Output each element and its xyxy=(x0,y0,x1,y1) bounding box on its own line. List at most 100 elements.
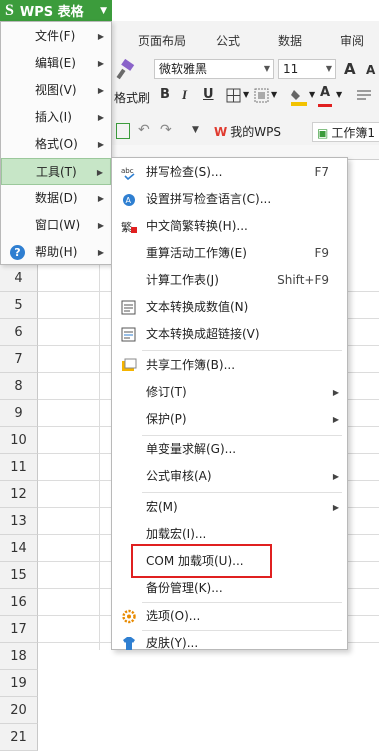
border-icon[interactable] xyxy=(226,88,242,104)
chevron-down-icon: ▼ xyxy=(243,90,250,99)
menu-item-text-to-hyperlink[interactable]: 文本转换成超链接(V) xyxy=(112,321,347,348)
tab-review[interactable]: 审阅 xyxy=(340,32,364,49)
wps-logo: S xyxy=(5,1,14,19)
format-painter-label: 格式刷 xyxy=(114,91,151,105)
menu-item-view[interactable]: 视图(V) ▶ xyxy=(1,77,111,104)
menu-item-chinese-convert[interactable]: 繁 中文简繁转换(H)... xyxy=(112,213,347,240)
row-number[interactable]: 15 xyxy=(0,562,38,589)
preview-icon[interactable] xyxy=(116,123,130,139)
shortcut-label: F7 xyxy=(314,165,329,179)
menu-item-tools[interactable]: 工具(T) ▶ xyxy=(1,158,111,185)
menu-item-share-workbook[interactable]: 共享工作簿(B)... xyxy=(112,352,347,379)
row-number[interactable]: 10 xyxy=(0,427,38,454)
menu-item-label: 保护(P) xyxy=(146,412,187,426)
font-color-button[interactable]: A xyxy=(320,85,330,100)
merge-cells-icon[interactable] xyxy=(254,88,270,104)
row-number[interactable]: 12 xyxy=(0,481,38,508)
row-number[interactable]: 5 xyxy=(0,292,38,319)
chevron-down-icon: ▼ xyxy=(309,90,316,99)
menu-item-file[interactable]: 文件(F) ▶ xyxy=(1,23,111,50)
italic-button[interactable]: I xyxy=(182,87,187,103)
menu-item-spellcheck[interactable]: abc 拼写检查(S)... F7 xyxy=(112,159,347,186)
format-painter-icon[interactable] xyxy=(116,59,136,81)
bold-button[interactable]: B xyxy=(160,87,170,102)
highlight-box xyxy=(131,544,272,578)
menu-item-label: 选项(O)... xyxy=(146,609,201,623)
menu-item-text-to-number[interactable]: 文本转换成数值(N) xyxy=(112,294,347,321)
title-bar xyxy=(112,0,379,21)
clear-format-icon[interactable] xyxy=(356,89,372,103)
font-name-value: 微软雅黑 xyxy=(159,62,208,76)
menu-item-edit[interactable]: 编辑(E) ▶ xyxy=(1,50,111,77)
convert-icon: 繁 xyxy=(121,220,137,234)
menu-item-label: 共享工作簿(B)... xyxy=(146,358,236,372)
tab-workbook[interactable]: ▣ 工作簿1 xyxy=(312,122,379,142)
grow-font-button[interactable]: A xyxy=(344,60,356,78)
chevron-right-icon: ▶ xyxy=(97,86,104,95)
menu-item-label: 编辑(E) xyxy=(35,56,76,70)
menu-item-recalc-workbook[interactable]: 重算活动工作簿(E) F9 xyxy=(112,240,347,267)
menu-item-label: 设置拼写检查语言(C)... xyxy=(146,192,272,206)
menu-item-macro[interactable]: 宏(M) ▶ xyxy=(112,494,347,521)
menu-item-backup[interactable]: 备份管理(K)... xyxy=(112,575,347,602)
menu-separator xyxy=(142,492,342,493)
menu-item-insert[interactable]: 插入(I) ▶ xyxy=(1,104,111,131)
menu-item-format[interactable]: 格式(O) ▶ xyxy=(1,131,111,158)
chevron-right-icon: ▶ xyxy=(97,113,104,122)
row-number[interactable]: 18 xyxy=(0,643,38,670)
menu-item-label: 插入(I) xyxy=(35,110,72,124)
menu-item-spell-language[interactable]: A 设置拼写检查语言(C)... xyxy=(112,186,347,213)
row-number[interactable]: 13 xyxy=(0,508,38,535)
tab-data[interactable]: 数据 xyxy=(278,32,302,49)
row-number[interactable]: 16 xyxy=(0,589,38,616)
tab-page-layout[interactable]: 页面布局 xyxy=(138,32,186,49)
shortcut-label: F9 xyxy=(314,246,329,260)
row-number[interactable]: 6 xyxy=(0,319,38,346)
menu-item-goal-seek[interactable]: 单变量求解(G)... xyxy=(112,436,347,463)
row-number[interactable]: 8 xyxy=(0,373,38,400)
app-menu-button[interactable]: S WPS 表格 ▼ xyxy=(0,0,112,21)
menu-item-label: 计算工作表(J) xyxy=(146,273,219,287)
menu-item-calc-sheet[interactable]: 计算工作表(J) Shift+F9 xyxy=(112,267,347,294)
menu-item-help[interactable]: ? 帮助(H) ▶ xyxy=(1,239,111,266)
menu-item-label: 文本转换成超链接(V) xyxy=(146,327,260,341)
undo-icon[interactable]: ↶ xyxy=(138,122,150,138)
tab-formulas[interactable]: 公式 xyxy=(216,32,240,49)
row-number[interactable]: 11 xyxy=(0,454,38,481)
menu-item-protect[interactable]: 保护(P) ▶ xyxy=(112,406,347,433)
redo-icon[interactable]: ↷ xyxy=(160,122,172,138)
row-number[interactable]: 20 xyxy=(0,697,38,724)
font-size-value: 11 xyxy=(283,62,299,76)
menu-item-skin[interactable]: 皮肤(Y)... xyxy=(112,630,347,657)
sheet-icon: ▣ xyxy=(317,126,329,140)
chevron-right-icon: ▶ xyxy=(97,59,104,68)
svg-text:A: A xyxy=(126,196,132,205)
chevron-down-icon: ▼ xyxy=(325,64,332,73)
chevron-down-icon[interactable]: ▼ xyxy=(192,125,199,135)
menu-item-options[interactable]: 选项(O)... xyxy=(112,603,347,630)
row-number[interactable]: 7 xyxy=(0,346,38,373)
menu-item-label: 修订(T) xyxy=(146,385,187,399)
shrink-font-button[interactable]: A xyxy=(366,63,375,77)
row-number[interactable]: 4 xyxy=(0,265,38,292)
tab-my-wps[interactable]: W 我的WPS xyxy=(210,122,308,142)
chevron-right-icon: ▶ xyxy=(332,503,339,512)
menu-item-window[interactable]: 窗口(W) ▶ xyxy=(1,212,111,239)
menu-item-label: 数据(D) xyxy=(35,191,78,205)
font-name-select[interactable]: 微软雅黑 ▼ xyxy=(154,59,274,79)
row-number[interactable]: 9 xyxy=(0,400,38,427)
chevron-down-icon: ▼ xyxy=(336,90,343,99)
menu-item-label: 视图(V) xyxy=(35,83,77,97)
row-number[interactable]: 21 xyxy=(0,724,38,751)
menu-item-label: 格式(O) xyxy=(35,137,78,151)
menu-item-revisions[interactable]: 修订(T) ▶ xyxy=(112,379,347,406)
underline-button[interactable]: U xyxy=(203,87,214,102)
menu-item-label: 窗口(W) xyxy=(35,218,81,232)
menu-item-formula-audit[interactable]: 公式审核(A) ▶ xyxy=(112,463,347,490)
font-size-select[interactable]: 11 ▼ xyxy=(278,59,336,79)
row-number[interactable]: 17 xyxy=(0,616,38,643)
menu-item-data[interactable]: 数据(D) ▶ xyxy=(1,185,111,212)
row-number[interactable]: 19 xyxy=(0,670,38,697)
fill-color-icon[interactable] xyxy=(290,86,308,106)
row-number[interactable]: 14 xyxy=(0,535,38,562)
